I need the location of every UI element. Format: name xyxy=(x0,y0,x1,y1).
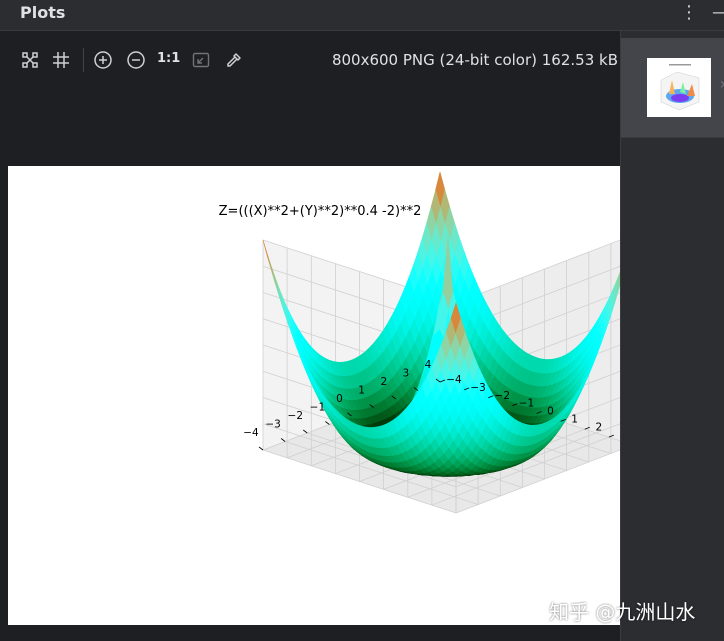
y-tick-label: −1 xyxy=(519,398,534,410)
zoom-in-button[interactable] xyxy=(92,49,114,71)
fit-window-icon xyxy=(192,52,210,68)
x-tick-label: 1 xyxy=(358,385,365,397)
thumbnails-panel: › xyxy=(621,31,724,641)
y-tick-label: 2 xyxy=(595,421,602,433)
watermark: 知乎 @九洲山水 xyxy=(549,600,696,624)
image-info-label: 800x600 PNG (24-bit color) 162.53 kB xyxy=(331,51,618,69)
toolbar-separator xyxy=(83,48,84,72)
x-tick-label: 4 xyxy=(425,359,432,371)
minimize-icon[interactable]: — xyxy=(712,2,724,23)
fit-content-button[interactable] xyxy=(19,49,41,71)
x-tick-label: 0 xyxy=(336,393,343,405)
fit-window-button[interactable] xyxy=(190,49,212,71)
more-vertical-icon[interactable]: ⋮ xyxy=(680,2,698,23)
x-tick-label: −3 xyxy=(265,419,280,431)
surface-plot: −4−3−2−101234−4−3−2−1012340.51.01.52.02.… xyxy=(219,171,620,514)
thumbnail-image xyxy=(647,58,711,117)
plots-tool-window: Plots ⋮ — xyxy=(0,0,724,641)
plot-thumbnail[interactable]: › xyxy=(621,38,724,137)
plot-image: −4−3−2−101234−4−3−2−1012340.51.01.52.02.… xyxy=(8,166,620,625)
y-tick-label: −3 xyxy=(470,382,485,394)
actual-size-button[interactable]: 1:1 xyxy=(157,51,180,66)
thumbnail-divider xyxy=(621,137,724,138)
panel-title: Plots xyxy=(20,3,66,22)
grid-toggle-button[interactable] xyxy=(50,49,72,71)
fit-content-icon xyxy=(22,52,38,68)
y-tick-label: 1 xyxy=(571,413,578,425)
y-tick-label: −4 xyxy=(446,374,462,386)
x-tick-label: 3 xyxy=(403,368,410,380)
plot-title: Z=(((X)**2+(Y)**2)**0.4 -2)**2 xyxy=(219,204,422,219)
y-tick-label: −2 xyxy=(495,390,510,402)
plot-toolbar: 1:1 800x600 PNG (24-bit color) 162.53 kB xyxy=(0,31,621,89)
x-tick-label: −1 xyxy=(310,402,325,414)
zoom-out-icon xyxy=(127,51,145,69)
x-tick xyxy=(258,446,264,451)
chevron-right-icon[interactable]: › xyxy=(720,74,724,93)
eyedropper-icon xyxy=(227,53,241,67)
grid-icon xyxy=(53,52,69,68)
x-tick-label: 2 xyxy=(380,376,387,388)
x-tick-label: −4 xyxy=(243,427,259,439)
y-tick-label: 0 xyxy=(547,406,554,418)
zoom-out-button[interactable] xyxy=(125,49,147,71)
zoom-in-icon xyxy=(94,51,112,69)
title-bar: Plots ⋮ — xyxy=(0,0,724,31)
x-tick-label: −2 xyxy=(288,410,303,422)
color-picker-button[interactable] xyxy=(223,49,245,71)
